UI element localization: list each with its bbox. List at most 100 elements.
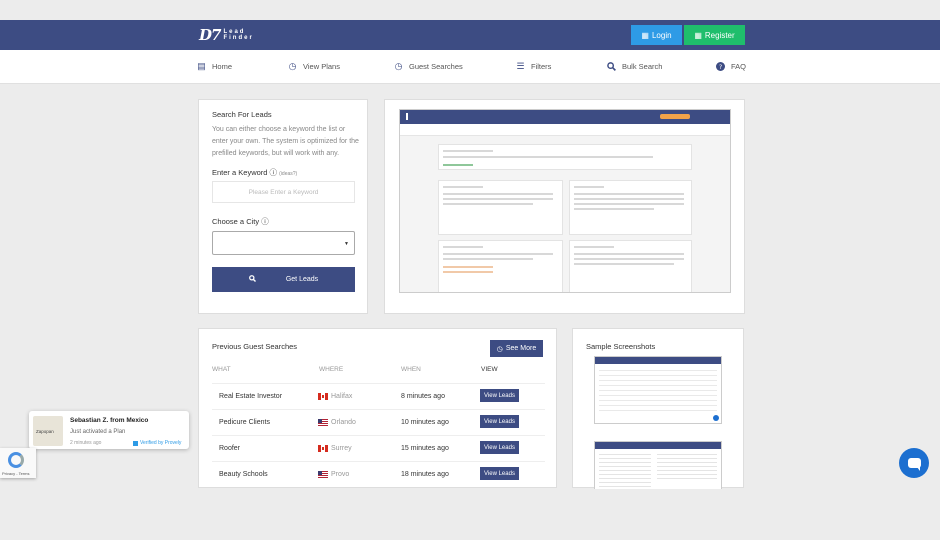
row-when: 15 minutes ago [401,445,449,452]
sample-screenshot-1[interactable] [594,356,722,424]
view-leads-button[interactable]: View Leads [480,389,519,402]
row-where-text: Orlando [331,419,356,426]
view-leads-button[interactable]: View Leads [480,467,519,480]
row-what: Roofer [219,445,241,452]
recaptcha-icon [8,452,24,468]
table-row: Real Estate Investor Halifax 8 minutes a… [212,383,545,409]
toast-verified-text: Verified by Provely [140,440,182,446]
database-icon: ☰ [516,61,525,71]
nav-view-plans-label: View Plans [303,62,340,71]
get-leads-button[interactable]: Get Leads [212,267,355,292]
search-title: Search For Leads [212,110,272,119]
top-bar: D7 Lead Finder ▦ Login ▦ Register [0,20,940,50]
nav-home[interactable]: ▤ Home [197,61,233,71]
see-more-button[interactable]: ◷ See More [490,340,543,357]
search-card: Search For Leads You can either choose a… [198,99,368,314]
usa-flag-icon [318,471,328,478]
nav-filters-label: Filters [531,62,552,71]
nav-filters[interactable]: ☰ Filters [516,61,552,71]
column-header-when: WHEN [401,366,421,373]
bank-icon: ▤ [197,61,206,71]
nav-home-label: Home [212,62,233,71]
row-where-text: Halifax [331,393,353,400]
nav-guest-searches[interactable]: ◷ Guest Searches [394,61,463,71]
nav-faq-label: FAQ [731,62,747,71]
brand-logo[interactable]: D7 Lead Finder [199,26,254,44]
view-leads-button[interactable]: View Leads [480,415,519,428]
keyword-label-text: Enter a Keyword [212,168,268,177]
register-icon: ▦ [694,30,702,40]
login-icon: ▦ [641,30,649,40]
sample-screenshots-title: Sample Screenshots [586,342,656,351]
question-icon: ⓘ [269,168,278,177]
toast-time: 2 minutes ago [70,440,102,446]
history-icon: ◷ [496,345,503,353]
previous-searches-title: Previous Guest Searches [212,342,298,351]
row-where: Halifax [318,393,352,400]
row-what: Real Estate Investor [219,393,283,400]
city-select[interactable]: ▼ [212,231,355,255]
toast-name: Sebastian Z. from Mexico [70,417,149,424]
app-preview-image [399,109,731,293]
search-icon [607,62,616,71]
column-header-view: VIEW [481,366,498,373]
recaptcha-badge[interactable]: Privacy - Terms [0,448,36,478]
svg-text:?: ? [719,64,722,71]
map-label: Zapopan [36,429,54,434]
table-row: Roofer Surrey 15 minutes ago View Leads [212,435,545,461]
row-when: 18 minutes ago [401,471,449,478]
nav-guest-searches-label: Guest Searches [409,62,463,71]
canada-flag-icon [318,393,328,400]
search-description: You can either choose a keyword the list… [212,126,359,157]
row-when: 8 minutes ago [401,393,445,400]
chat-icon [907,458,921,471]
keyword-placeholder: Please Enter a Keyword [248,188,319,196]
login-label: Login [651,30,672,40]
logo-text: Lead Finder [223,29,253,41]
main-nav: ▤ Home ◷ View Plans ◷ Guest Searches ☰ F… [0,50,940,84]
row-where-text: Provo [331,471,350,478]
logo-line2: Finder [223,35,254,41]
row-where: Provo [318,471,349,478]
chevron-down-icon: ▼ [344,241,349,247]
check-icon [133,440,138,446]
recaptcha-terms[interactable]: Privacy - Terms [2,471,29,476]
row-what: Beauty Schools [219,471,268,478]
nav-view-plans[interactable]: ◷ View Plans [288,61,340,71]
location-map: Zapopan [33,416,63,446]
activity-toast[interactable]: Zapopan Sebastian Z. from Mexico Just ac… [29,411,189,449]
row-what: Pedicure Clients [219,419,270,426]
toast-verified: Verified by Provely [133,440,181,446]
question-icon: ⓘ [261,217,269,226]
row-where: Orlando [318,419,356,426]
view-leads-button[interactable]: View Leads [480,441,519,454]
logo-mark: D7 [199,26,221,44]
keyword-label: Enter a Keyword ⓘ (ideas?) [212,167,297,178]
nav-faq[interactable]: ? FAQ [716,62,746,71]
keyword-ideas-link[interactable]: (ideas?) [279,171,297,177]
row-where: Surrey [318,445,352,452]
city-label: Choose a City ⓘ [212,216,269,227]
sample-screenshots-card: Sample Screenshots [572,328,744,489]
register-button[interactable]: ▦ Register [684,25,745,45]
canada-flag-icon [318,445,328,452]
search-icon [248,275,256,284]
chat-button[interactable] [899,448,929,478]
city-label-text: Choose a City [212,217,260,226]
toast-action: Just activated a Plan [70,429,126,435]
see-more-label: See More [505,345,537,352]
history-icon: ◷ [288,61,297,71]
login-button[interactable]: ▦ Login [631,25,682,45]
nav-bulk-search[interactable]: Bulk Search [607,62,662,71]
get-leads-label: Get Leads [285,276,319,283]
row-when: 10 minutes ago [401,419,449,426]
app-preview-card [384,99,745,314]
column-header-what: WHAT [212,366,231,373]
table-row: Beauty Schools Provo 18 minutes ago View… [212,461,545,487]
question-icon: ? [716,62,725,71]
sample-screenshot-2[interactable] [594,441,722,489]
column-header-where: WHERE [319,366,344,373]
register-label: Register [704,30,735,40]
previous-searches-card: Previous Guest Searches ◷ See More WHAT … [198,328,557,488]
keyword-input[interactable]: Please Enter a Keyword [212,181,355,203]
